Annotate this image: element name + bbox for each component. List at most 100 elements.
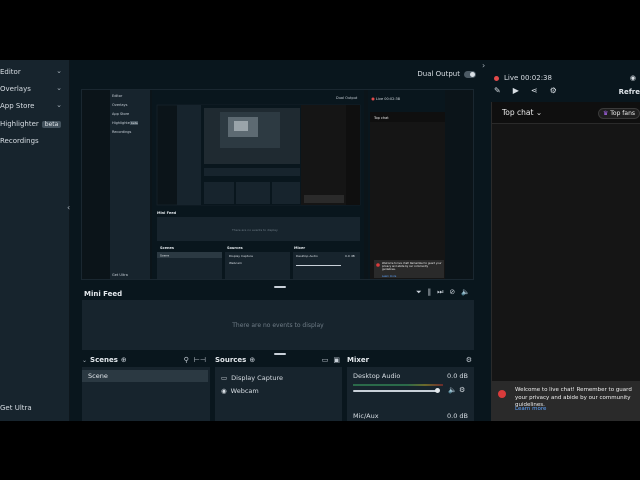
add-scene-icon[interactable]: ⊕	[121, 356, 127, 364]
preview-inner-scenes: Scenes	[160, 246, 174, 250]
dual-output-toggle[interactable]	[464, 70, 476, 78]
preview-inner-item: Editor	[112, 94, 123, 98]
volume-slider[interactable]	[353, 390, 437, 392]
bottom-letterbox	[0, 421, 640, 480]
sources-title: Sources	[215, 356, 247, 364]
refresh-chat-button[interactable]: Refre	[619, 88, 640, 96]
sidebar-item-label: Editor	[0, 68, 21, 76]
sources-dock: Sources ⊕ ▭ ▣ ▭ Display Capture ◉ Webcam	[215, 356, 342, 421]
preview-inner-item: Highlighter	[112, 121, 132, 125]
sidebar-item-label: Highlighter	[0, 120, 39, 128]
scenes-title: Scenes	[90, 356, 118, 364]
preview-inner-top-chat: Top chat	[373, 116, 389, 120]
preview-inner-scene-item: Scene	[160, 254, 169, 258]
mixer-channel-mic-aux: Mic/Aux 0.0 dB	[353, 412, 468, 421]
sidebar-item-recordings[interactable]: Recordings	[0, 134, 66, 148]
mixer-channel-value: 0.0 dB	[447, 412, 468, 420]
top-fans-label: Top fans	[610, 110, 635, 117]
gear-icon[interactable]: ⚙	[459, 386, 465, 394]
edit-icon[interactable]: ✎	[494, 86, 501, 95]
preview-inner-badge: beta	[131, 121, 138, 125]
sidebar-item-editor[interactable]: Editor ⌄	[0, 65, 66, 79]
chevron-down-icon: ⌄	[56, 84, 62, 92]
mixer-dock: Mixer ⚙ Desktop Audio 0.0 dB 🔈 ⚙ Mic/Aux…	[347, 356, 474, 421]
sidebar-item-label: App Store	[0, 102, 35, 110]
webcam-icon: ◉	[221, 387, 227, 395]
source-item-label: Webcam	[230, 387, 259, 395]
preview-inner-learn-more: Learn more	[382, 274, 397, 278]
left-sidebar: Editor ⌄ Overlays ⌄ App Store ⌄ Highligh…	[0, 60, 70, 421]
top-fans-button[interactable]: ♛ Top fans	[597, 108, 640, 119]
sidebar-item-label: Recordings	[0, 137, 39, 145]
sidebar-item-label: Overlays	[0, 85, 31, 93]
source-item-label: Display Capture	[231, 374, 284, 382]
beta-badge: beta	[41, 120, 62, 128]
scenes-header: ⌄ Scenes ⊕ ⚲ ⊢⊣	[82, 355, 210, 365]
dual-output-label: Dual Output	[417, 70, 460, 78]
speaker-icon[interactable]: 🔈	[448, 386, 457, 394]
crown-icon: ♛	[602, 110, 609, 117]
chevron-down-icon: ⌄	[56, 101, 62, 109]
learn-more-link[interactable]: Learn more	[515, 406, 546, 412]
folder-icon[interactable]: ▭	[322, 356, 329, 364]
top-chat-dropdown[interactable]: Top chat ⌄	[502, 108, 542, 117]
preview-inner-item: Recordings	[112, 130, 132, 134]
get-ultra-link[interactable]: Get Ultra	[0, 404, 32, 412]
volume-slider-knob[interactable]	[435, 388, 440, 393]
eye-icon[interactable]: ◉	[630, 74, 636, 82]
preview-capture: Editor Overlays App Store Highlighter be…	[82, 90, 473, 279]
mixer-title: Mixer	[347, 356, 370, 364]
share-icon[interactable]: ⋖	[531, 86, 538, 95]
mute-icon[interactable]: ⊘	[449, 288, 455, 297]
live-dot-icon	[494, 75, 499, 81]
gear-icon[interactable]: ⚙	[466, 356, 474, 364]
mini-feed-empty-text: There are no events to display	[232, 322, 324, 329]
mixer-channel-value: 0.0 dB	[447, 372, 468, 380]
pause-icon[interactable]: ‖	[428, 288, 432, 297]
sidebar-item-highlighter[interactable]: Highlighter beta	[0, 117, 66, 131]
preview-inner-item: App Store	[112, 112, 129, 116]
chat-header: Top chat ⌄ ♛ Top fans	[492, 102, 640, 124]
mixer-channel-name: Mic/Aux	[353, 412, 379, 420]
sources-header: Sources ⊕ ▭ ▣	[215, 355, 342, 365]
chat-frame: Top chat ⌄ ♛ Top fans	[491, 102, 640, 421]
preview-inner-live: Live 00:02:38	[376, 97, 400, 101]
video-icon[interactable]: ▶	[513, 86, 519, 95]
collapse-icon[interactable]: ⊢⊣	[194, 356, 206, 364]
youtube-icon	[498, 390, 506, 398]
preview-inner-mixer: Mixer	[294, 246, 305, 250]
resize-grip[interactable]	[274, 286, 286, 288]
monitor-icon: ▭	[221, 374, 228, 382]
preview-inner-mixer-value: 0.0 dB	[345, 254, 355, 258]
source-item-display-capture[interactable]: ▭ Display Capture	[221, 374, 283, 382]
mixer-channel-name: Desktop Audio	[353, 372, 401, 380]
sidebar-item-app-store[interactable]: App Store ⌄	[0, 99, 66, 113]
chevron-down-icon: ⌄	[535, 108, 543, 117]
source-item-webcam[interactable]: ◉ Webcam	[221, 387, 259, 395]
chevron-down-icon[interactable]: ⌄	[82, 357, 87, 364]
sidebar-item-overlays[interactable]: Overlays ⌄	[0, 82, 66, 96]
preview-inner-footer: Get Ultra	[112, 273, 128, 277]
audio-meter	[353, 384, 443, 386]
live-timer: Live 00:02:38	[504, 74, 552, 82]
preview-inner-sources: Sources	[227, 246, 243, 250]
stream-preview[interactable]: Editor Overlays App Store Highlighter be…	[81, 89, 474, 280]
preview-inner-mini-feed: Mini Feed	[157, 211, 177, 215]
collapse-chat-icon[interactable]: ›	[482, 61, 485, 70]
chat-welcome-notice: Welcome to live chat! Remember to guard …	[491, 381, 640, 421]
transition-icon[interactable]: ⚲	[184, 356, 189, 364]
preview-inner-mixer-item: Desktop Audio	[296, 254, 318, 258]
preview-inner-sidebar	[110, 90, 150, 279]
skip-icon[interactable]: ⏭	[437, 288, 443, 297]
scene-item[interactable]: Scene	[82, 370, 208, 382]
add-source-icon[interactable]: ⊕	[249, 356, 255, 364]
scenes-dock: ⌄ Scenes ⊕ ⚲ ⊢⊣ Scene	[82, 356, 210, 421]
filter-icon[interactable]: ⏷	[416, 288, 422, 297]
dual-output-toggle-row[interactable]: Dual Output	[417, 70, 476, 78]
volume-icon[interactable]: 🔈	[461, 288, 470, 297]
add-folder-icon[interactable]: ▣	[333, 356, 340, 364]
preview-inner-mini-empty: There are no events to display	[231, 228, 278, 232]
settings-icon[interactable]: ⚙	[550, 86, 557, 95]
preview-inner-item: Overlays	[112, 103, 128, 107]
live-status: Live 00:02:38	[494, 74, 552, 82]
